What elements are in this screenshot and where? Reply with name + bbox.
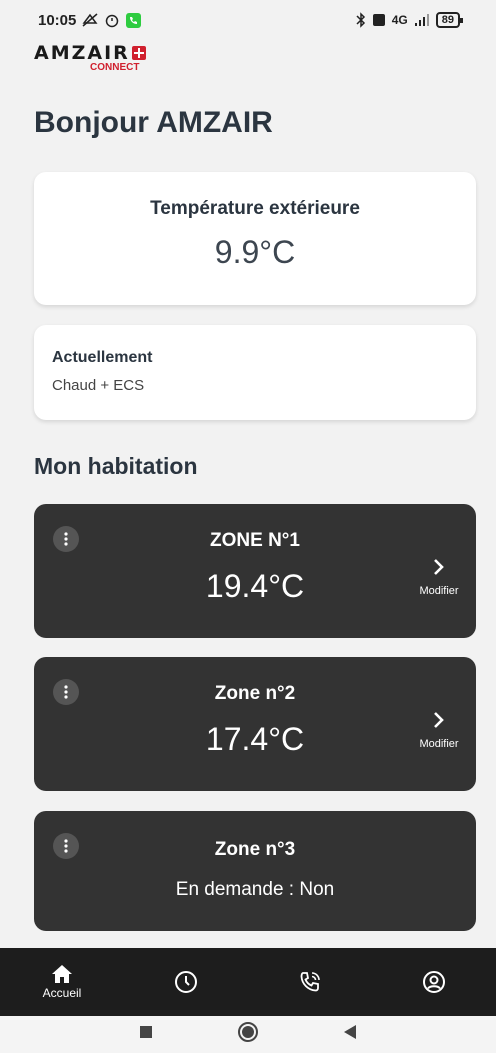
zone-1-modify-label: Modifier (419, 585, 459, 597)
app-logo: AMZAIR CONNECT (34, 42, 146, 73)
network-type: 4G (391, 13, 408, 27)
volte-icon (372, 13, 386, 27)
zone-3-demand-status: En demande : Non (175, 879, 335, 900)
nav-home-label: Accueil (42, 986, 82, 1000)
system-nav-bar (0, 1016, 496, 1053)
current-mode-value: Chaud + ECS (52, 377, 145, 394)
clock-icon (175, 971, 197, 993)
status-right: 4G 89 (356, 12, 464, 28)
zone-1-temperature: 19.4°C (205, 568, 305, 604)
call-icon (126, 12, 142, 28)
bottom-nav: Accueil (0, 948, 496, 1016)
zone-card-3[interactable]: Zone n°3 En demande : Non (34, 811, 476, 931)
nav-item-account[interactable] (384, 970, 484, 994)
section-title: Mon habitation (34, 453, 198, 479)
zone-1-modify-button[interactable]: Modifier (414, 558, 464, 597)
zone-3-name: Zone n°3 (214, 839, 296, 860)
zone-1-name: ZONE N°1 (210, 530, 300, 551)
bluetooth-icon (356, 12, 366, 28)
zone-2-name: Zone n°2 (214, 683, 296, 704)
signal-icon (414, 13, 430, 27)
nav-item-contact[interactable] (260, 970, 360, 994)
current-mode-label: Actuellement (52, 349, 153, 366)
outdoor-temperature-card: Température extérieure 9.9°C (34, 172, 476, 305)
outdoor-temperature-value: 9.9°C (214, 234, 296, 270)
battery-indicator: 89 (435, 12, 464, 28)
greeting-title: Bonjour AMZAIR (34, 106, 273, 139)
status-bar: 10:05 4G 89 (0, 0, 496, 40)
chevron-right-icon (434, 559, 444, 575)
status-time: 10:05 (38, 11, 77, 29)
outdoor-temperature-label: Température extérieure (150, 198, 360, 219)
current-mode-card: Actuellement Chaud + ECS (34, 325, 476, 420)
status-left: 10:05 (38, 11, 142, 29)
logo-text: AMZAIR (34, 42, 130, 64)
user-icon (423, 971, 445, 993)
back-icon[interactable] (343, 1024, 357, 1045)
zone-2-modify-label: Modifier (419, 738, 459, 750)
home-button-icon[interactable] (237, 1021, 259, 1048)
zone-2-temperature: 17.4°C (205, 721, 305, 757)
zone-card-1[interactable]: ZONE N°1 19.4°C Modifier (34, 504, 476, 638)
phone-icon (300, 972, 320, 992)
logo-subtitle: CONNECT (90, 62, 140, 73)
nav-item-schedule[interactable] (136, 970, 236, 994)
logo-wordmark: AMZAIR (34, 42, 146, 64)
nav-item-home[interactable]: Accueil (12, 964, 112, 1000)
logo-cross-icon (131, 46, 146, 60)
home-icon (52, 965, 72, 983)
zone-2-modify-button[interactable]: Modifier (414, 711, 464, 750)
recent-apps-icon[interactable] (139, 1025, 153, 1044)
chevron-right-icon (434, 712, 444, 728)
zone-card-2[interactable]: Zone n°2 17.4°C Modifier (34, 657, 476, 791)
mute-icon (82, 13, 98, 27)
alarm-icon (104, 12, 120, 28)
